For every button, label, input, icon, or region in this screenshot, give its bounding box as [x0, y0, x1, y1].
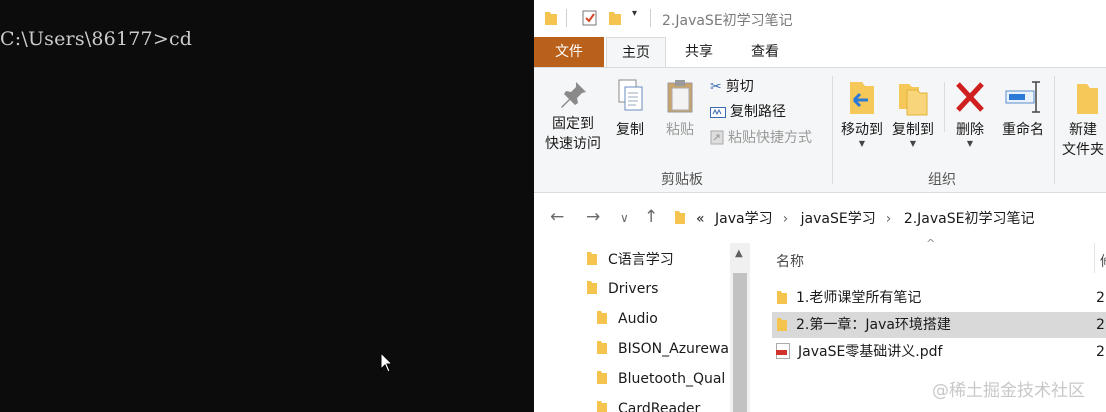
- delete-button[interactable]: 删除 ▼: [948, 78, 992, 148]
- pin-icon: [538, 78, 608, 114]
- clipboard-group-label: 剪贴板: [661, 172, 703, 188]
- title-bar: ▾ 2.JavaSE初学习笔记: [534, 0, 1106, 37]
- folder-icon: [586, 279, 598, 299]
- file-row[interactable]: 2.第一章：Java环境搭建 2: [772, 312, 1106, 338]
- console-window[interactable]: C:\Users\86177>cd: [0, 0, 534, 412]
- forward-arrow-icon[interactable]: →: [586, 207, 600, 227]
- paste-button[interactable]: 粘贴: [658, 78, 702, 140]
- breadcrumb-item[interactable]: Java学习: [715, 211, 773, 227]
- tab-home[interactable]: 主页: [606, 37, 666, 67]
- copy-button[interactable]: 复制: [608, 78, 652, 140]
- folder-icon: [596, 369, 608, 389]
- copy-path-button[interactable]: 复制路径: [710, 102, 786, 125]
- new-folder-button[interactable]: 新建 文件夹: [1056, 78, 1106, 160]
- chevron-right-icon[interactable]: ›: [886, 211, 892, 227]
- copy-path-icon: [710, 105, 726, 125]
- up-arrow-icon[interactable]: ↑: [644, 207, 658, 227]
- paste-shortcut-icon: [710, 129, 724, 151]
- folder-icon: [586, 250, 598, 270]
- rename-button[interactable]: 重命名: [996, 78, 1050, 140]
- tree-item[interactable]: Drivers: [586, 279, 658, 299]
- paste-shortcut-button[interactable]: 粘贴快捷方式: [710, 128, 812, 151]
- folder-icon: [544, 10, 558, 30]
- tree-item[interactable]: Bluetooth_Qual: [596, 369, 725, 389]
- window-title: 2.JavaSE初学习笔记: [662, 13, 793, 29]
- folder-icon: [776, 288, 788, 314]
- rename-icon: [996, 78, 1050, 116]
- new-folder-icon[interactable]: [608, 10, 622, 30]
- tab-view[interactable]: 查看: [740, 37, 790, 67]
- move-to-button[interactable]: 移动到 ▼: [838, 78, 886, 148]
- copy-icon: [608, 78, 652, 114]
- delete-icon: [948, 78, 992, 116]
- watermark: @稀土掘金技术社区: [932, 381, 1085, 401]
- cut-button[interactable]: ✂ 剪切: [710, 77, 754, 97]
- folder-icon: [596, 399, 608, 412]
- breadcrumb-item[interactable]: javaSE学习: [801, 211, 876, 227]
- chevron-right-icon[interactable]: ›: [783, 211, 789, 227]
- breadcrumb-overflow[interactable]: «: [696, 211, 705, 227]
- folder-icon: [674, 209, 686, 229]
- scrollbar-thumb[interactable]: [733, 273, 747, 412]
- tab-share[interactable]: 共享: [674, 37, 724, 67]
- organize-group-label: 组织: [928, 172, 956, 188]
- tree-scrollbar[interactable]: ▲: [730, 243, 750, 412]
- new-folder-icon: [1056, 78, 1106, 116]
- pdf-file-icon: [776, 342, 790, 368]
- ribbon-tabs: 文件 主页 共享 查看: [534, 37, 1106, 67]
- tree-item[interactable]: Audio: [596, 309, 658, 329]
- recent-locations-chevron-icon[interactable]: ∨: [620, 211, 629, 225]
- sort-ascending-icon: ^: [926, 237, 936, 250]
- chevron-down-icon: ▼: [909, 139, 917, 148]
- column-header-next[interactable]: 修: [1100, 251, 1106, 271]
- tree-item[interactable]: CardReader: [596, 399, 700, 412]
- tab-file[interactable]: 文件: [534, 37, 604, 67]
- copy-to-button[interactable]: 复制到 ▼: [888, 78, 938, 148]
- ribbon-home: 固定到 快速访问 复制 粘贴 ✂ 剪切 复制路径 粘贴快捷方式 剪贴板 移动到 …: [534, 67, 1106, 193]
- copy-to-icon: [888, 78, 938, 116]
- breadcrumb-item[interactable]: 2.JavaSE初学习笔记: [904, 211, 1035, 227]
- folder-icon: [596, 339, 608, 359]
- navigation-bar: ← → ∨ ↑ « Java学习 › javaSE学习 › 2.JavaSE初学习笔…: [534, 193, 1106, 243]
- paste-icon: [658, 78, 702, 114]
- tree-item[interactable]: C语言学习: [586, 249, 674, 270]
- file-row[interactable]: JavaSE零基础讲义.pdf 2: [772, 339, 1106, 365]
- customize-dropdown-icon[interactable]: ▾: [632, 8, 637, 19]
- navigation-tree: C语言学习 Drivers Audio BISON_Azurewa Blueto…: [534, 243, 750, 412]
- file-explorer-window: ▾ 2.JavaSE初学习笔记 文件 主页 共享 查看 固定到 快速访问 复制: [534, 0, 1106, 412]
- scissors-icon: ✂: [710, 79, 722, 95]
- tree-item[interactable]: BISON_Azurewa: [596, 339, 729, 359]
- chevron-down-icon: ▼: [858, 139, 866, 148]
- properties-icon[interactable]: [582, 10, 598, 30]
- folder-icon: [596, 309, 608, 329]
- column-header-name[interactable]: 名称: [776, 251, 804, 271]
- move-to-icon: [838, 78, 886, 116]
- back-arrow-icon[interactable]: ←: [550, 207, 564, 227]
- console-prompt[interactable]: C:\Users\86177>cd: [0, 28, 192, 50]
- file-row[interactable]: 1.老师课堂所有笔记 2: [772, 285, 1106, 311]
- pin-quick-access-button[interactable]: 固定到 快速访问: [538, 78, 608, 154]
- scroll-up-icon[interactable]: ▲: [735, 248, 743, 259]
- breadcrumb[interactable]: « Java学习 › javaSE学习 › 2.JavaSE初学习笔记: [696, 208, 1040, 228]
- chevron-down-icon: ▼: [966, 139, 974, 148]
- folder-icon: [776, 315, 788, 341]
